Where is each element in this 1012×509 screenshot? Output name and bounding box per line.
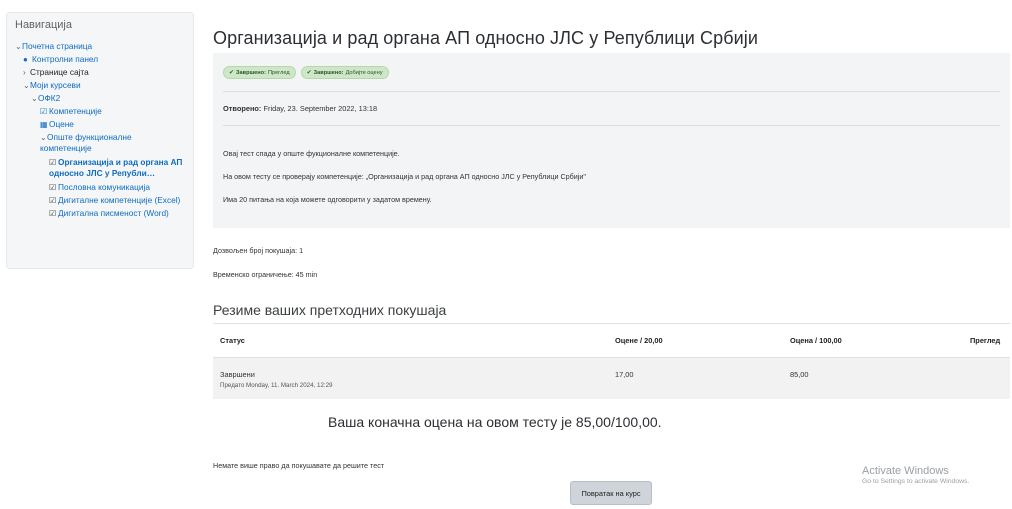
nav-section[interactable]: ⌄Опште функционалне компетенције bbox=[40, 132, 170, 154]
back-to-course-button[interactable]: Повратак на курс bbox=[570, 481, 652, 505]
quiz-icon: ☑ bbox=[49, 196, 57, 205]
completion-badge-grade: ✔ Завршено: Добијте оцену bbox=[300, 66, 389, 79]
column-header-marks: Оцене / 20,00 bbox=[608, 323, 783, 358]
completion-badges: ✔ Завршено: Преглед ✔ Завршено: Добијте … bbox=[223, 66, 389, 79]
description-line: Има 20 питања на која можете одговорити … bbox=[223, 195, 432, 204]
table-header-row: Статус Оцене / 20,00 Оцена / 100,00 Прег… bbox=[213, 323, 1010, 358]
column-header-status: Статус bbox=[213, 323, 608, 358]
dashboard-icon: ● bbox=[23, 55, 28, 64]
navigation-title: Навигација bbox=[15, 19, 72, 31]
nav-course[interactable]: ⌄ОФК2 bbox=[31, 93, 185, 104]
nav-item-business-communication[interactable]: ☑ Пословна комуникација bbox=[49, 182, 185, 193]
completion-badge-view: ✔ Завршено: Преглед bbox=[223, 66, 296, 79]
nav-item-word[interactable]: ☑ Дигитална писменост (Word) bbox=[49, 208, 185, 219]
description-line: Овај тест спада у опште фукционалне комп… bbox=[223, 149, 400, 158]
chevron-down-icon: ⌄ bbox=[31, 94, 38, 103]
nav-item-excel[interactable]: ☑ Дигиталне компетенције (Excel) bbox=[49, 195, 185, 206]
page-title: Организација и рад органа АП односно ЈЛС… bbox=[213, 28, 759, 48]
quiz-icon: ☑ bbox=[49, 183, 57, 192]
quiz-info-box: ✔ Завршено: Преглед ✔ Завршено: Добијте … bbox=[213, 53, 1010, 228]
table-row: Завршени Предато Monday, 11. March 2024,… bbox=[213, 357, 1010, 399]
opened-date: Отворено: Friday, 23. September 2022, 13… bbox=[223, 104, 378, 113]
quiz-icon: ☑ bbox=[49, 209, 57, 218]
column-header-grade: Оцена / 100,00 bbox=[783, 323, 915, 358]
nav-item-current-quiz[interactable]: ☑ Организација и рад органа АП односно ЈЛ… bbox=[49, 157, 194, 179]
activate-windows-watermark: Activate Windows Go to Settings to activ… bbox=[862, 465, 970, 485]
attempts-summary-table: Статус Оцене / 20,00 Оцена / 100,00 Прег… bbox=[213, 323, 1010, 399]
time-limit: Временско ограничење: 45 min bbox=[213, 270, 318, 279]
check-icon: ✔ bbox=[306, 70, 312, 76]
column-header-review: Преглед bbox=[915, 323, 1010, 358]
cell-grade: 85,00 bbox=[783, 357, 915, 399]
summary-title: Резиме ваших претходних покушаја bbox=[213, 302, 447, 318]
navigation-block: Навигација ⌄Почетна страница ● Контролни … bbox=[6, 12, 194, 269]
chevron-down-icon: ⌄ bbox=[15, 42, 22, 51]
nav-dashboard[interactable]: ● Контролни панел bbox=[23, 54, 185, 65]
nav-my-courses[interactable]: ⌄Моји курсеви bbox=[23, 80, 185, 91]
cell-marks: 17,00 bbox=[608, 357, 783, 399]
nav-competencies[interactable]: ☑ Компетенције bbox=[40, 106, 185, 117]
nav-site-pages[interactable]: › Странице сајта bbox=[23, 67, 185, 78]
chevron-down-icon: ⌄ bbox=[23, 81, 30, 90]
quiz-icon: ☑ bbox=[49, 158, 57, 167]
cell-status: Завршени Предато Monday, 11. March 2024,… bbox=[213, 357, 608, 399]
divider bbox=[223, 125, 1000, 126]
divider bbox=[223, 91, 1000, 92]
description-line: На овом тесту се проверају компетенције:… bbox=[223, 172, 586, 181]
attempts-allowed: Дозвољен број покушаја: 1 bbox=[213, 246, 304, 255]
no-more-attempts-message: Немате више право да покушавате да решит… bbox=[213, 461, 385, 470]
cell-review bbox=[915, 357, 1010, 399]
nav-home[interactable]: ⌄Почетна страница bbox=[15, 41, 185, 52]
final-grade: Ваша коначна оцена на овом тесту је 85,0… bbox=[328, 414, 662, 430]
chevron-down-icon: ⌄ bbox=[40, 133, 47, 142]
chevron-right-icon: › bbox=[23, 68, 26, 77]
table-icon: ▦ bbox=[40, 120, 48, 129]
nav-grades[interactable]: ▦Оцене bbox=[40, 119, 185, 130]
submitted-date: Предато Monday, 11. March 2024, 12:29 bbox=[220, 382, 333, 389]
checkbox-icon: ☑ bbox=[40, 107, 48, 116]
check-icon: ✔ bbox=[229, 70, 235, 76]
